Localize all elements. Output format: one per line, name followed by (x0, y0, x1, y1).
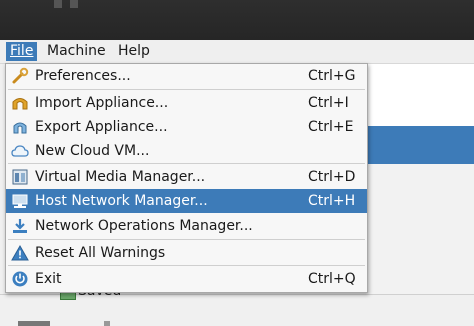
menu-item-reset-all-warnings[interactable]: Reset All Warnings (6, 241, 367, 265)
menu-item-label: Reset All Warnings (35, 245, 166, 261)
menu-item-shortcut: Ctrl+H (308, 193, 356, 209)
menu-machine[interactable]: Machine (43, 42, 110, 61)
details-background (366, 164, 474, 294)
menu-help-label: Help (118, 43, 150, 59)
menu-bar: File Machine Help (0, 40, 474, 64)
vm-list-selected-row[interactable] (366, 126, 474, 164)
virtual-media-icon (11, 168, 29, 186)
menu-item-shortcut: Ctrl+D (308, 169, 356, 185)
menu-item-label: Network Operations Manager... (35, 218, 253, 234)
menu-item-label: Preferences... (35, 68, 131, 84)
menu-file-label: File (10, 43, 34, 59)
menu-item-label: Export Appliance... (35, 119, 168, 135)
titlebar-control[interactable] (70, 0, 78, 8)
vm-list-background (366, 64, 474, 126)
warning-icon (11, 244, 29, 262)
menu-machine-label: Machine (47, 43, 106, 59)
menu-item-label: Import Appliance... (35, 95, 169, 111)
menu-item-shortcut: Ctrl+E (308, 119, 354, 135)
menu-item-new-cloud-vm[interactable]: New Cloud VM... (6, 139, 367, 163)
menu-item-shortcut: Ctrl+I (308, 95, 349, 111)
host-network-icon (11, 192, 29, 210)
menu-item-label: Virtual Media Manager... (35, 169, 206, 185)
menu-file[interactable]: File (6, 42, 38, 61)
vm-thumbnail[interactable] (18, 321, 50, 326)
menu-item-label: Exit (35, 271, 62, 287)
export-appliance-icon (11, 118, 29, 136)
wrench-icon (11, 67, 29, 85)
menu-item-preferences[interactable]: Preferences... Ctrl+G (6, 64, 367, 88)
menu-separator (8, 89, 365, 90)
menu-item-import-appliance[interactable]: Import Appliance... Ctrl+I (6, 91, 367, 115)
menu-item-shortcut: Ctrl+G (308, 68, 356, 84)
download-icon (11, 217, 29, 235)
window-titlebar (0, 0, 474, 40)
titlebar-control[interactable] (54, 0, 62, 8)
menu-help[interactable]: Help (114, 42, 154, 61)
power-icon (11, 270, 29, 288)
menu-item-network-operations-manager[interactable]: Network Operations Manager... (6, 214, 367, 238)
menu-item-virtual-media-manager[interactable]: Virtual Media Manager... Ctrl+D (6, 165, 367, 189)
menu-item-shortcut: Ctrl+Q (308, 271, 356, 287)
menu-separator (8, 163, 365, 164)
menu-item-exit[interactable]: Exit Ctrl+Q (6, 267, 367, 291)
menu-item-label: New Cloud VM... (35, 143, 150, 159)
menu-item-host-network-manager[interactable]: Host Network Manager... Ctrl+H (6, 189, 367, 213)
menu-separator (8, 239, 365, 240)
file-dropdown-menu: Preferences... Ctrl+G Import Appliance..… (5, 63, 368, 293)
menu-item-export-appliance[interactable]: Export Appliance... Ctrl+E (6, 115, 367, 139)
import-appliance-icon (11, 94, 29, 112)
menu-item-label: Host Network Manager... (35, 193, 208, 209)
menu-separator (8, 265, 365, 266)
vm-thumbnail[interactable] (104, 321, 110, 326)
cloud-icon (11, 142, 29, 160)
